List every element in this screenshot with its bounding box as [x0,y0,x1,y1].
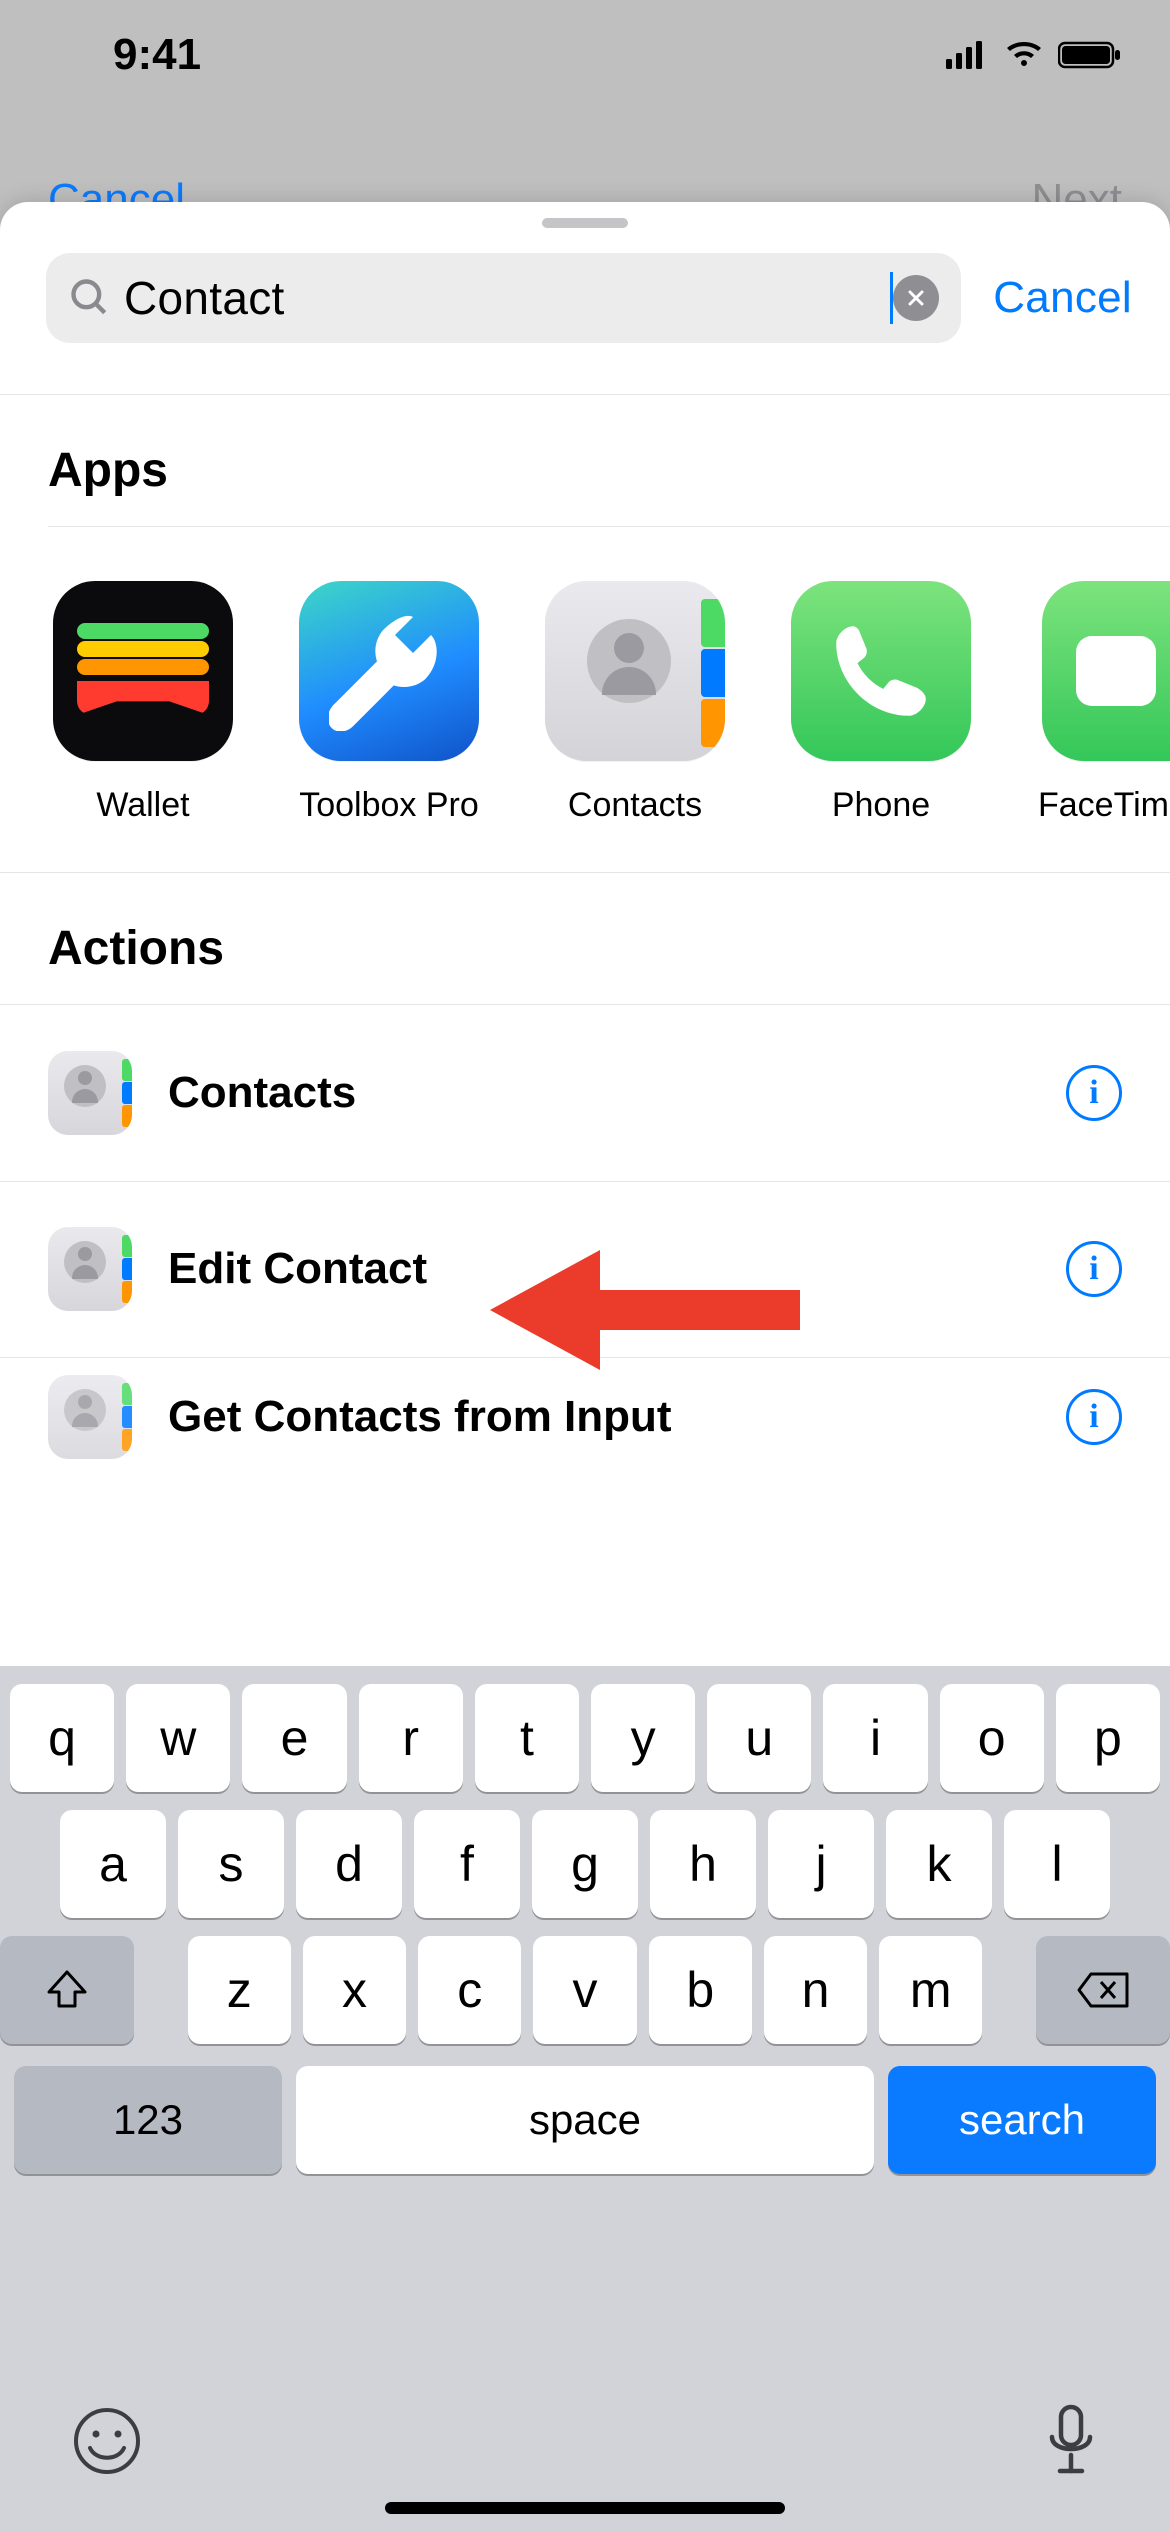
action-contacts[interactable]: Contacts i [0,1005,1170,1181]
key-d[interactable]: d [296,1810,402,1918]
emoji-icon [72,2406,142,2476]
keyboard-row-2: a s d f g h j k l [0,1810,1170,1918]
app-phone[interactable]: Phone [786,581,976,826]
app-contacts[interactable]: Contacts [540,581,730,826]
app-label: Contacts [540,785,730,826]
action-edit-contact[interactable]: Edit Contact i [0,1181,1170,1357]
search-icon [68,276,112,320]
key-y[interactable]: y [591,1684,695,1792]
key-k[interactable]: k [886,1810,992,1918]
actions-header: Actions [0,873,1170,1004]
keyboard-row-bottom: 123 space search [0,2066,1170,2174]
status-clock: 9:41 [113,30,201,80]
app-label: Toolbox Pro [294,785,484,826]
apps-header: Apps [0,395,1170,526]
key-a[interactable]: a [60,1810,166,1918]
info-button[interactable]: i [1066,1065,1122,1121]
clear-icon [906,288,926,308]
key-i[interactable]: i [823,1684,927,1792]
microphone-icon [1044,2403,1098,2479]
key-h[interactable]: h [650,1810,756,1918]
emoji-button[interactable] [72,2406,142,2479]
backspace-icon [1075,1970,1131,2010]
keyboard-row-3: z x c v b n m [0,1936,1170,2044]
home-indicator[interactable] [385,2502,785,2514]
key-u[interactable]: u [707,1684,811,1792]
search-row: Contact Cancel [0,248,1170,348]
keyboard: q w e r t y u i o p a s d f g h j k l [0,1666,1170,2532]
app-label: Phone [786,785,976,826]
action-title: Contacts [168,1068,1066,1118]
action-title: Get Contacts from Input [168,1392,1066,1442]
key-r[interactable]: r [359,1684,463,1792]
info-button[interactable]: i [1066,1389,1122,1445]
status-indicators [946,40,1122,70]
search-key[interactable]: search [888,2066,1156,2174]
key-n[interactable]: n [764,1936,867,2044]
key-j[interactable]: j [768,1810,874,1918]
key-f[interactable]: f [414,1810,520,1918]
keyboard-row-1: q w e r t y u i o p [0,1684,1170,1792]
key-l[interactable]: l [1004,1810,1110,1918]
status-bar: 9:41 [0,0,1170,110]
key-v[interactable]: v [533,1936,636,2044]
sheet-grabber[interactable] [542,218,628,228]
search-field[interactable]: Contact [46,253,961,343]
key-m[interactable]: m [879,1936,982,2044]
key-p[interactable]: p [1056,1684,1160,1792]
contacts-app-icon [48,1227,132,1311]
app-wallet[interactable]: Wallet [48,581,238,826]
contacts-icon [545,581,725,761]
actions-list: Contacts i Edit Contact i Get Contacts f… [0,1005,1170,1477]
key-c[interactable]: c [418,1936,521,2044]
action-title: Edit Contact [168,1244,1066,1294]
app-facetime[interactable]: FaceTime [1032,581,1170,826]
backspace-key[interactable] [1036,1936,1170,2044]
apps-row[interactable]: Wallet Toolbox Pro Contacts [0,527,1170,872]
battery-icon [1058,40,1122,70]
key-w[interactable]: w [126,1684,230,1792]
info-button[interactable]: i [1066,1241,1122,1297]
wallet-icon [53,581,233,761]
wifi-icon [1002,40,1046,70]
key-z[interactable]: z [188,1936,291,2044]
app-label: Wallet [48,785,238,826]
key-s[interactable]: s [178,1810,284,1918]
search-text: Contact [124,271,892,325]
facetime-icon [1042,581,1170,761]
numbers-key[interactable]: 123 [14,2066,282,2174]
toolbox-icon [299,581,479,761]
contacts-app-icon [48,1051,132,1135]
key-t[interactable]: t [475,1684,579,1792]
clear-search-button[interactable] [893,275,939,321]
phone-icon [791,581,971,761]
shift-key[interactable] [0,1936,134,2044]
key-q[interactable]: q [10,1684,114,1792]
key-o[interactable]: o [940,1684,1044,1792]
key-e[interactable]: e [242,1684,346,1792]
dictation-button[interactable] [1044,2403,1098,2482]
cancel-button[interactable]: Cancel [987,273,1138,323]
contacts-app-icon [48,1375,132,1459]
app-label: FaceTime [1032,785,1170,826]
key-g[interactable]: g [532,1810,638,1918]
key-b[interactable]: b [649,1936,752,2044]
cellular-icon [946,41,990,69]
key-x[interactable]: x [303,1936,406,2044]
shift-icon [43,1966,91,2014]
space-key[interactable]: space [296,2066,874,2174]
action-get-contacts-from-input[interactable]: Get Contacts from Input i [0,1357,1170,1477]
app-toolbox-pro[interactable]: Toolbox Pro [294,581,484,826]
